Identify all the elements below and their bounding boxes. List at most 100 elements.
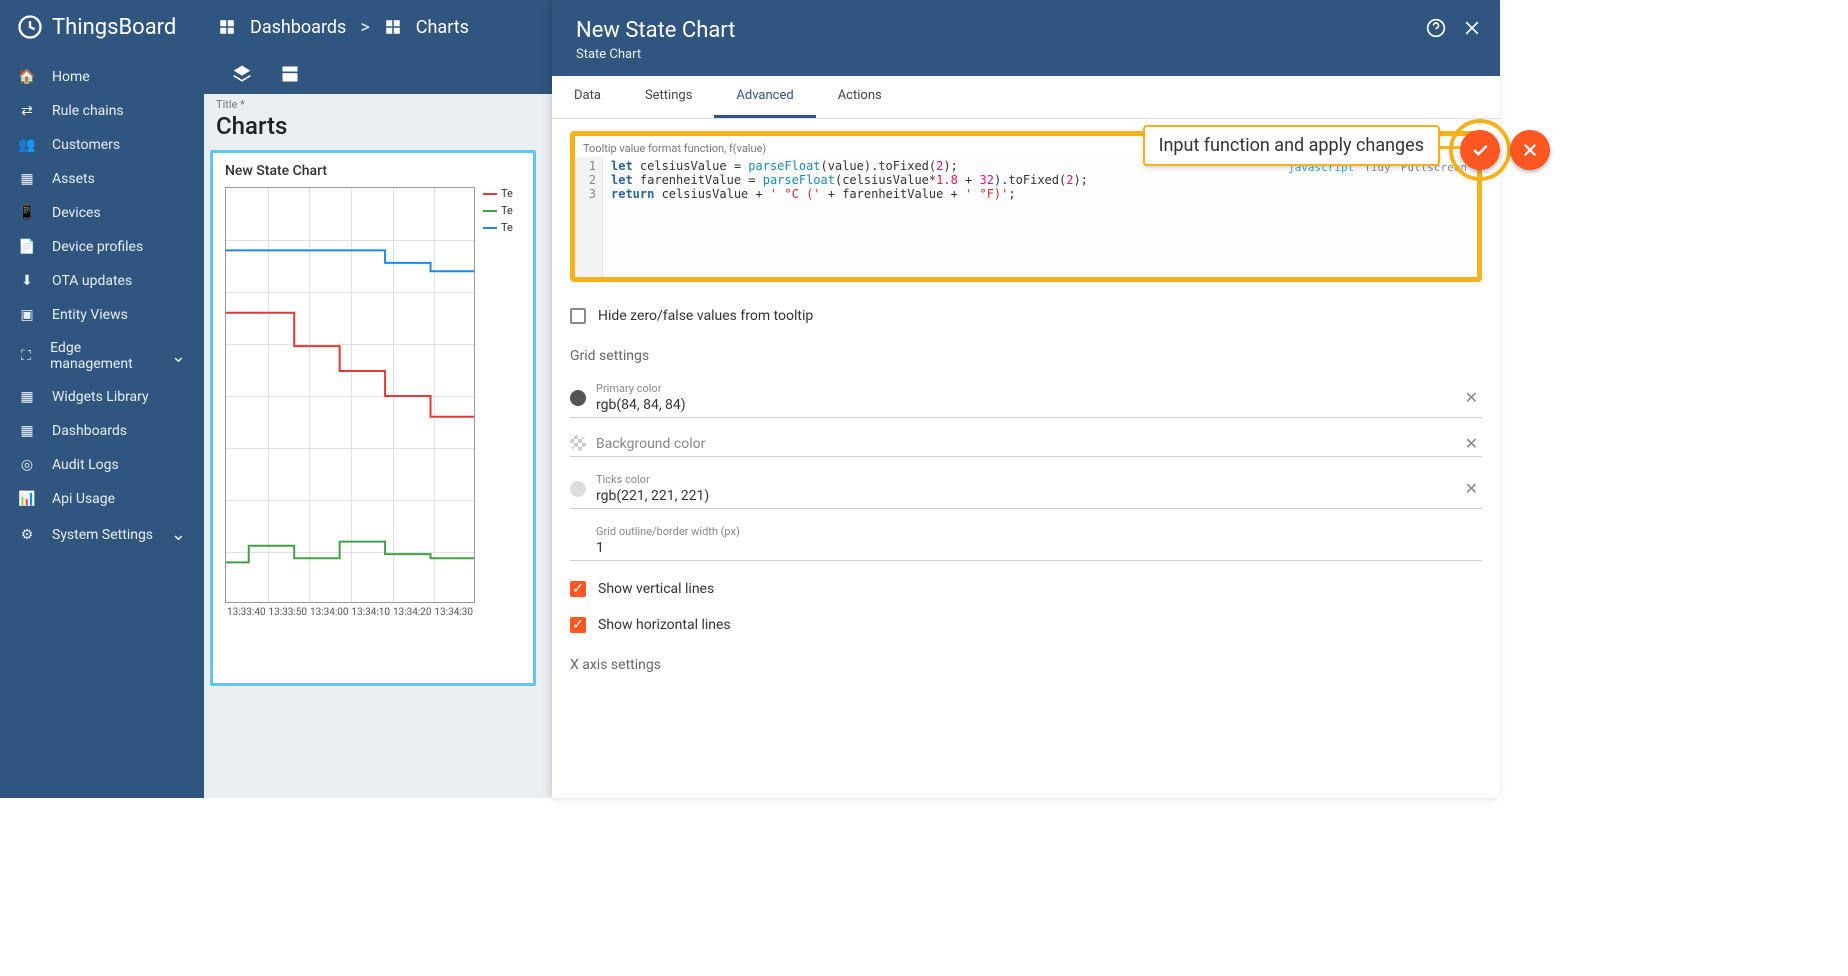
nav-icon: ⚙: [18, 526, 36, 544]
apply-button[interactable]: [1460, 130, 1500, 170]
nav-icon: ▦: [18, 170, 36, 188]
sidebar-item-label: Api Usage: [52, 491, 115, 507]
tab-advanced[interactable]: Advanced: [714, 76, 815, 118]
show-vertical-checkbox[interactable]: ✓: [570, 581, 586, 597]
x-tick: 13:33:50: [268, 607, 307, 618]
tutorial-callout: Input function and apply changes: [1143, 125, 1440, 166]
primary-color-swatch[interactable]: [570, 390, 586, 406]
tab-actions[interactable]: Actions: [816, 76, 904, 118]
nav-icon: 📊: [18, 490, 36, 508]
chevron-down-icon: ⌄: [171, 524, 186, 545]
nav-icon: ▣: [18, 306, 36, 324]
breadcrumb-root[interactable]: Dashboards: [250, 17, 346, 38]
clear-icon[interactable]: ✕: [1465, 479, 1478, 498]
x-tick: 13:34:20: [393, 607, 432, 618]
sidebar-item-home[interactable]: 🏠 Home: [0, 60, 204, 94]
background-color-label[interactable]: Background color: [596, 434, 1482, 452]
sidebar-item-label: Widgets Library: [52, 389, 149, 405]
ticks-color-input[interactable]: rgb(221, 221, 221): [596, 486, 1482, 504]
help-icon[interactable]: [1426, 18, 1446, 38]
sidebar-item-label: Assets: [52, 171, 95, 187]
logo-icon: [16, 13, 44, 41]
sidebar-item-customers[interactable]: 👥 Customers: [0, 128, 204, 162]
panel-subtitle: State Chart: [576, 47, 1476, 62]
close-icon[interactable]: [1462, 18, 1482, 38]
sidebar-item-dashboards[interactable]: ▦ Dashboards: [0, 414, 204, 448]
border-width-input[interactable]: 1: [596, 538, 1482, 556]
breadcrumb-separator: >: [360, 17, 369, 38]
sidebar-item-assets[interactable]: ▦ Assets: [0, 162, 204, 196]
sidebar-item-label: Dashboards: [52, 423, 127, 439]
legend-item[interactable]: Te: [483, 221, 513, 234]
nav-icon: ⇄: [18, 102, 36, 120]
sidebar-item-api-usage[interactable]: 📊 Api Usage: [0, 482, 204, 516]
nav-icon: ⛶: [18, 347, 34, 365]
ticks-color-label: Ticks color: [596, 473, 1482, 486]
border-width-label: Grid outline/border width (px): [596, 525, 1482, 538]
background-color-swatch[interactable]: [570, 435, 586, 451]
sidebar-item-label: Rule chains: [52, 103, 124, 119]
dashboard-icon: [384, 18, 402, 36]
sidebar-item-edge-management[interactable]: ⛶ Edge management ⌄: [0, 332, 204, 380]
dashboard-icon: [218, 18, 236, 36]
chart-plot: [225, 187, 475, 603]
sidebar-item-entity-views[interactable]: ▣ Entity Views: [0, 298, 204, 332]
nav-icon: ▦: [18, 388, 36, 406]
tab-data[interactable]: Data: [552, 76, 623, 118]
legend-item[interactable]: Te: [483, 187, 513, 200]
sidebar-item-audit-logs[interactable]: ◎ Audit Logs: [0, 448, 204, 482]
panel-title: New State Chart: [576, 18, 1476, 43]
app-logo[interactable]: ThingsBoard: [0, 0, 204, 54]
sidebar-item-device-profiles[interactable]: 📄 Device profiles: [0, 230, 204, 264]
sidebar-item-label: Devices: [52, 205, 101, 221]
sidebar-item-rule-chains[interactable]: ⇄ Rule chains: [0, 94, 204, 128]
legend-item[interactable]: Te: [483, 204, 513, 217]
tab-settings[interactable]: Settings: [623, 76, 714, 118]
ticks-color-swatch[interactable]: [570, 481, 586, 497]
app-name: ThingsBoard: [52, 15, 176, 40]
chevron-down-icon: ⌄: [171, 346, 186, 367]
code-editor[interactable]: let celsiusValue = parseFloat(value).toF…: [603, 157, 1477, 277]
nav-icon: 👥: [18, 136, 36, 154]
x-tick: 13:34:10: [351, 607, 390, 618]
sidebar-item-label: Home: [52, 69, 90, 85]
sidebar-item-label: Audit Logs: [52, 457, 119, 473]
sidebar-item-label: Entity Views: [52, 307, 128, 323]
sidebar-item-ota-updates[interactable]: ⬇ OTA updates: [0, 264, 204, 298]
layers-icon[interactable]: [232, 64, 252, 84]
sidebar-item-label: Device profiles: [52, 239, 143, 255]
sidebar-item-devices[interactable]: 📱 Devices: [0, 196, 204, 230]
title-field-value[interactable]: Charts: [216, 112, 287, 140]
primary-color-input[interactable]: rgb(84, 84, 84): [596, 395, 1482, 413]
sidebar-item-label: System Settings: [52, 527, 153, 543]
show-horizontal-checkbox[interactable]: ✓: [570, 617, 586, 633]
sidebar-item-widgets-library[interactable]: ▦ Widgets Library: [0, 380, 204, 414]
title-field-label: Title *: [216, 98, 245, 111]
widget-card[interactable]: New State Chart TeTeTe 13:33:4013:33:501…: [210, 150, 536, 686]
nav-icon: 🏠: [18, 68, 36, 86]
x-axis-settings-heading: X axis settings: [570, 657, 1482, 673]
sidebar-item-label: Customers: [52, 137, 120, 153]
hide-zero-label: Hide zero/false values from tooltip: [598, 308, 813, 324]
x-tick: 13:34:30: [434, 607, 473, 618]
cancel-button[interactable]: [1510, 130, 1550, 170]
grid-settings-heading: Grid settings: [570, 348, 1482, 364]
hide-zero-checkbox[interactable]: [570, 308, 586, 324]
sidebar-item-label: Edge management: [50, 340, 155, 372]
nav-icon: 📱: [18, 204, 36, 222]
grid-icon[interactable]: [280, 64, 300, 84]
nav-icon: 📄: [18, 238, 36, 256]
nav-icon: ⬇: [18, 272, 36, 290]
sidebar-item-system-settings[interactable]: ⚙ System Settings ⌄: [0, 516, 204, 553]
widget-settings-panel: New State Chart State Chart DataSettings…: [552, 0, 1500, 798]
sidebar-item-label: OTA updates: [52, 273, 132, 289]
show-vertical-label: Show vertical lines: [598, 581, 714, 597]
clear-icon[interactable]: ✕: [1465, 434, 1478, 453]
breadcrumb-current[interactable]: Charts: [416, 17, 469, 38]
widget-title: New State Chart: [225, 163, 521, 179]
clear-icon[interactable]: ✕: [1465, 388, 1478, 407]
x-tick: 13:34:00: [310, 607, 349, 618]
nav-icon: ◎: [18, 456, 36, 474]
nav-icon: ▦: [18, 422, 36, 440]
x-tick: 13:33:40: [227, 607, 266, 618]
